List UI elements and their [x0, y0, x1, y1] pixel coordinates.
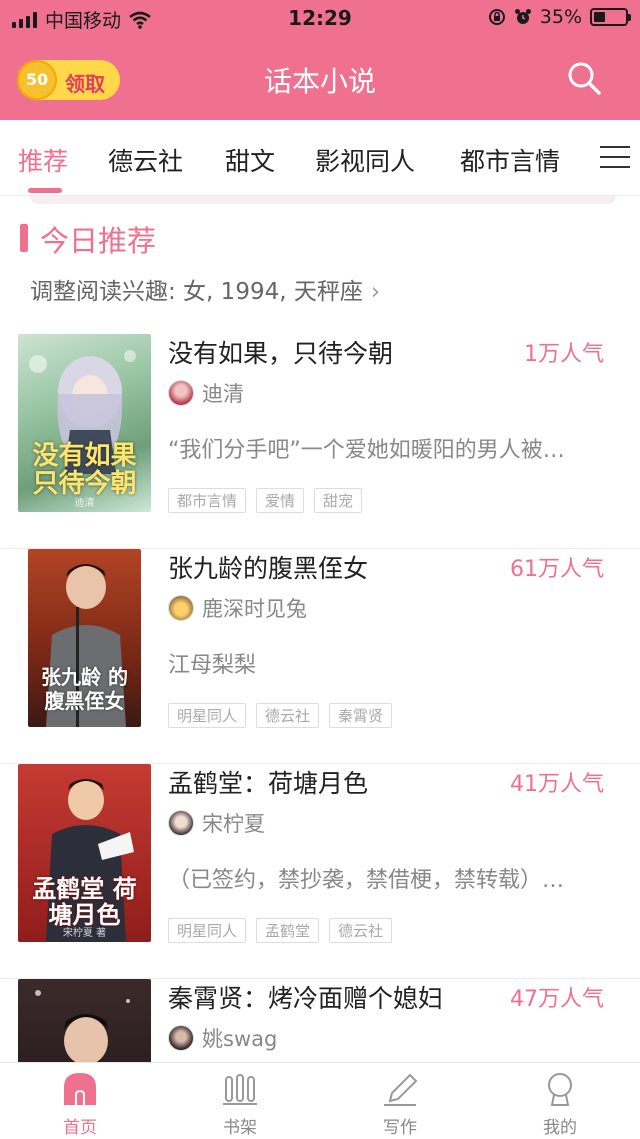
- search-icon[interactable]: [566, 60, 602, 96]
- book-title[interactable]: 张九龄的腹黑侄女: [168, 549, 368, 585]
- popularity-count: 61万人气: [510, 557, 604, 582]
- nav-label: 首页: [63, 1118, 97, 1138]
- book-description: （已签约，禁抄袭，禁借梗，禁转载）…: [168, 868, 565, 893]
- bottom-nav: 首页 书架 写作 我的: [0, 1062, 640, 1139]
- cover-author: 迪清: [74, 498, 95, 509]
- tag[interactable]: 都市言情: [168, 488, 247, 513]
- tag[interactable]: 德云社: [329, 918, 393, 943]
- book-cover[interactable]: 孟鹤堂 荷塘月色 宋柠夏 著: [18, 764, 151, 942]
- author-name[interactable]: 鹿深时见兔: [202, 593, 307, 623]
- book-description: 江母梨梨: [168, 653, 257, 678]
- profile-icon: [548, 1073, 572, 1106]
- book-item[interactable]: 张九龄 的腹黑侄女 张九龄的腹黑侄女 61万人气 鹿深时见兔 江母梨梨 明星同人…: [0, 549, 640, 764]
- category-tabs: 推荐 德云社 甜文 影视同人 都市言情: [0, 120, 640, 196]
- section-marker: [20, 224, 28, 252]
- tab-urban-romance[interactable]: 都市言情: [460, 142, 560, 178]
- nav-profile[interactable]: 我的: [480, 1063, 640, 1139]
- avatar: [168, 810, 194, 836]
- tab-deyunshe[interactable]: 德云社: [108, 142, 183, 178]
- avatar: [168, 595, 194, 621]
- book-title[interactable]: 孟鹤堂：荷塘月色: [168, 764, 368, 800]
- cover-author: 宋柠夏 著: [62, 928, 107, 939]
- status-bar: 中国移动 12:29 35%: [0, 0, 640, 36]
- section-title: 今日推荐: [40, 224, 157, 258]
- book-cover[interactable]: 没有如果 只待今朝 迪清: [18, 334, 151, 512]
- book-item[interactable]: 孟鹤堂 荷塘月色 宋柠夏 著 孟鹤堂：荷塘月色 41万人气 宋柠夏 （已签约，禁…: [0, 764, 640, 979]
- author-name[interactable]: 宋柠夏: [202, 808, 265, 838]
- reading-interest-link[interactable]: 调整阅读兴趣: 女, 1994, 天秤座 ›: [30, 272, 380, 306]
- book-cover[interactable]: 张九龄 的腹黑侄女: [28, 549, 141, 727]
- banner-edge: [30, 196, 616, 204]
- avatar: [168, 380, 194, 406]
- popularity-count: 41万人气: [510, 772, 604, 797]
- battery-icon: [590, 8, 631, 26]
- author-name[interactable]: 迪清: [202, 378, 244, 408]
- tag[interactable]: 明星同人: [168, 703, 247, 728]
- home-icon: [64, 1073, 96, 1105]
- nav-home[interactable]: 首页: [0, 1063, 160, 1139]
- nav-bookshelf[interactable]: 书架: [160, 1063, 320, 1139]
- nav-label: 写作: [383, 1118, 417, 1138]
- tag[interactable]: 德云社: [256, 703, 320, 728]
- nav-label: 书架: [223, 1118, 257, 1138]
- tag[interactable]: 秦霄贤: [329, 703, 393, 728]
- tab-sweet[interactable]: 甜文: [225, 142, 275, 178]
- popularity-count: 1万人气: [524, 342, 604, 367]
- book-cover[interactable]: [18, 979, 151, 1062]
- cover-title: 张九龄 的腹黑侄女: [41, 665, 128, 713]
- book-description: “我们分手吧”一个爱她如暖阳的男人被…: [168, 438, 565, 463]
- nav-write[interactable]: 写作: [320, 1063, 480, 1139]
- book-item[interactable]: 没有如果 只待今朝 迪清 没有如果，只待今朝 1万人气 迪清 “我们分手吧”一个…: [0, 334, 640, 549]
- rotation-lock-icon: [488, 9, 505, 25]
- top-bar: 中国移动 12:29 35% 50 领取 话本小说: [0, 0, 640, 120]
- tag[interactable]: 孟鹤堂: [256, 918, 320, 943]
- tag[interactable]: 甜宠: [314, 488, 363, 513]
- book-item[interactable]: 秦霄贤：烤冷面赠个媳妇 47万人气 姚swag: [0, 979, 640, 1062]
- active-tab-indicator: [28, 188, 62, 193]
- pen-icon: [384, 1073, 418, 1106]
- tag[interactable]: 明星同人: [168, 918, 247, 943]
- cover-title: 没有如果 只待今朝: [32, 441, 137, 499]
- author-name[interactable]: 姚swag: [202, 1023, 277, 1053]
- menu-icon[interactable]: [600, 146, 630, 170]
- bookshelf-icon: [223, 1074, 257, 1105]
- book-title[interactable]: 秦霄贤：烤冷面赠个媳妇: [168, 979, 443, 1015]
- battery-percent: 35%: [539, 6, 582, 28]
- app-title: 话本小说: [263, 65, 376, 98]
- book-title[interactable]: 没有如果，只待今朝: [168, 334, 393, 370]
- tab-recommend[interactable]: 推荐: [18, 142, 68, 178]
- cover-title: 孟鹤堂 荷塘月色: [32, 874, 137, 929]
- reading-interest-text: 调整阅读兴趣: 女, 1994, 天秤座: [30, 279, 363, 305]
- chevron-right-icon: ›: [370, 279, 381, 305]
- avatar: [168, 1025, 194, 1051]
- tag[interactable]: 爱情: [256, 488, 305, 513]
- popularity-count: 47万人气: [510, 987, 604, 1012]
- nav-label: 我的: [543, 1118, 577, 1138]
- tab-film-fanfic[interactable]: 影视同人: [315, 142, 415, 178]
- alarm-icon: [514, 9, 531, 24]
